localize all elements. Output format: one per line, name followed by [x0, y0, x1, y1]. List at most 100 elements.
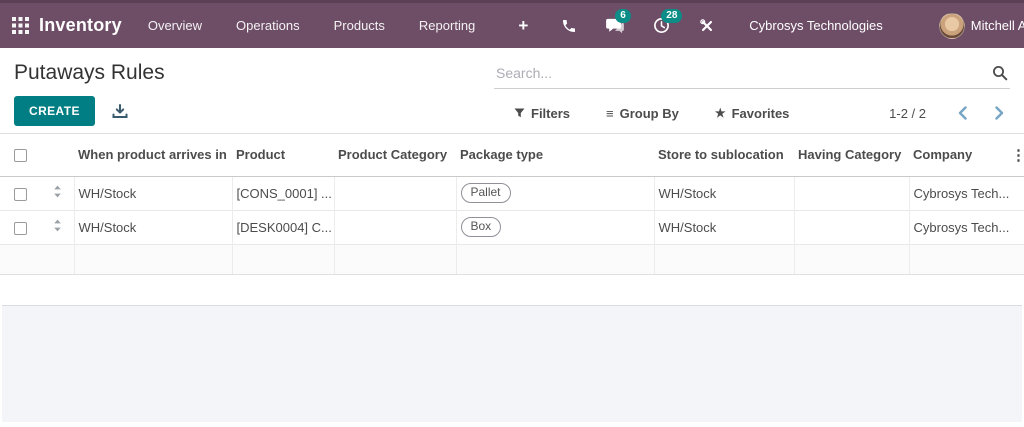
select-all-checkbox-cell — [0, 134, 44, 177]
cell-company[interactable]: Cybrosys Tech... — [908, 209, 1009, 244]
menu-overview[interactable]: Overview — [148, 18, 202, 33]
cell-product[interactable]: [CONS_0001] ... — [231, 175, 334, 210]
handle-column-header — [44, 134, 74, 177]
top-navbar: Inventory Overview Operations Products R… — [0, 0, 1024, 48]
messages-button[interactable]: 6 — [605, 8, 631, 36]
cell-product-category[interactable] — [333, 209, 456, 244]
export-download-icon — [112, 103, 128, 118]
company-switcher[interactable]: Cybrosys Technologies — [749, 18, 882, 33]
column-options-button[interactable]: ⋮ — [1009, 134, 1024, 177]
cell-spacer — [333, 243, 456, 275]
search-options: Filters ≡ Group By ★ Favorites — [514, 106, 789, 121]
menu-operations[interactable]: Operations — [236, 18, 300, 33]
menu-reporting[interactable]: Reporting — [419, 18, 475, 33]
cell-package-type[interactable]: Pallet — [455, 175, 654, 210]
control-panel-right: Filters ≡ Group By ★ Favorites 1-2 / 2 — [494, 60, 1010, 133]
user-avatar — [938, 12, 965, 39]
cell-having-category[interactable] — [793, 209, 909, 244]
activities-button[interactable]: 28 — [651, 8, 683, 36]
package-type-badge: Box — [460, 217, 502, 237]
cell-store-to[interactable]: WH/Stock — [653, 209, 794, 244]
empty-row — [0, 243, 1024, 275]
user-menu[interactable]: Mitchell Admin — [938, 12, 1024, 39]
table-row[interactable]: WH/Stock [DESK0004] C... Box WH/Stock Cy… — [0, 209, 1024, 244]
cell-having-category[interactable] — [793, 175, 909, 210]
page-title: Putaways Rules — [14, 61, 165, 84]
column-header-having-category[interactable]: Having Category — [794, 134, 909, 177]
row-checkbox[interactable] — [14, 187, 27, 201]
cell-arrives-in[interactable]: WH/Stock — [73, 175, 232, 210]
activities-badge: 28 — [661, 8, 683, 23]
systray: + 6 28 — [513, 8, 717, 36]
tools-icon — [700, 18, 713, 31]
cell-spacer — [73, 243, 232, 275]
favorites-menu[interactable]: ★ Favorites — [715, 106, 790, 121]
menu-products[interactable]: Products — [334, 18, 385, 33]
apps-menu-button[interactable] — [12, 11, 29, 41]
row-drag-handle[interactable] — [44, 175, 74, 210]
row-drag-handle[interactable] — [44, 209, 74, 244]
search-icon — [993, 66, 1008, 81]
group-by-label: Group By — [619, 105, 679, 121]
cell-store-to[interactable]: WH/Stock — [653, 175, 794, 210]
kebab-icon: ⋮ — [1011, 146, 1024, 164]
cell-product[interactable]: [DESK0004] C... — [231, 209, 334, 244]
cell-spacer — [0, 243, 44, 275]
column-header-company[interactable]: Company — [909, 134, 1009, 177]
cell-spacer — [1009, 175, 1024, 210]
column-header-arrives-in[interactable]: When product arrives in — [74, 134, 232, 177]
cell-arrives-in[interactable]: WH/Stock — [73, 209, 232, 244]
cell-spacer — [1009, 209, 1024, 244]
phone-icon — [563, 19, 576, 32]
column-header-product-category[interactable]: Product Category — [334, 134, 456, 177]
drag-handle-icon — [54, 219, 61, 232]
control-panel: Putaways Rules CREATE Search... Filters … — [0, 48, 1024, 134]
create-button[interactable]: CREATE — [14, 96, 95, 126]
cell-spacer — [231, 243, 334, 275]
table-row[interactable]: WH/Stock [CONS_0001] ... Pallet WH/Stock… — [0, 175, 1024, 210]
favorites-label: Favorites — [731, 105, 790, 121]
cell-spacer — [1009, 243, 1024, 275]
group-by-menu[interactable]: ≡ Group By — [606, 106, 679, 121]
star-icon: ★ — [714, 106, 726, 120]
table-header-row: When product arrives in Product Product … — [0, 134, 1024, 177]
export-button[interactable] — [112, 103, 128, 119]
search-input[interactable] — [494, 60, 1010, 88]
filters-menu[interactable]: Filters — [514, 106, 570, 121]
cell-spacer — [44, 243, 74, 275]
cell-company[interactable]: Cybrosys Tech... — [908, 175, 1009, 210]
filters-label: Filters — [531, 105, 571, 121]
tools-button[interactable] — [697, 16, 717, 36]
chevron-left-icon — [958, 106, 967, 120]
group-by-icon: ≡ — [606, 105, 614, 121]
select-all-checkbox[interactable] — [14, 149, 27, 163]
control-panel-left: Putaways Rules CREATE — [14, 60, 165, 133]
package-type-badge: Pallet — [460, 183, 511, 203]
cell-product-category[interactable] — [333, 175, 456, 210]
cell-spacer — [653, 243, 794, 275]
drag-handle-icon — [54, 185, 61, 198]
voip-button[interactable] — [559, 16, 579, 36]
plus-icon: + — [518, 16, 529, 35]
putaway-rules-table: When product arrives in Product Product … — [0, 134, 1024, 275]
column-header-store-to[interactable]: Store to sublocation — [654, 134, 794, 177]
column-header-product[interactable]: Product — [232, 134, 334, 177]
quick-create-button[interactable]: + — [513, 16, 533, 36]
user-name: Mitchell Admin — [970, 18, 1024, 33]
column-header-package-type[interactable]: Package type — [456, 134, 654, 177]
row-checkbox-cell — [0, 209, 44, 244]
pager-next-button[interactable] — [989, 104, 1010, 122]
app-name[interactable]: Inventory — [39, 15, 122, 36]
search-submit[interactable] — [992, 65, 1008, 86]
cell-package-type[interactable]: Box — [455, 209, 654, 244]
main-menu: Overview Operations Products Reporting — [148, 18, 475, 33]
pager-previous-button[interactable] — [952, 104, 973, 122]
cell-spacer — [455, 243, 654, 275]
messages-badge: 6 — [615, 8, 631, 23]
search-options-row: Filters ≡ Group By ★ Favorites 1-2 / 2 — [494, 104, 1010, 122]
cell-spacer — [908, 243, 1009, 275]
row-checkbox-cell — [0, 175, 44, 210]
footer-background — [2, 304, 1022, 422]
row-checkbox[interactable] — [14, 221, 27, 235]
pager: 1-2 / 2 — [889, 104, 1010, 122]
